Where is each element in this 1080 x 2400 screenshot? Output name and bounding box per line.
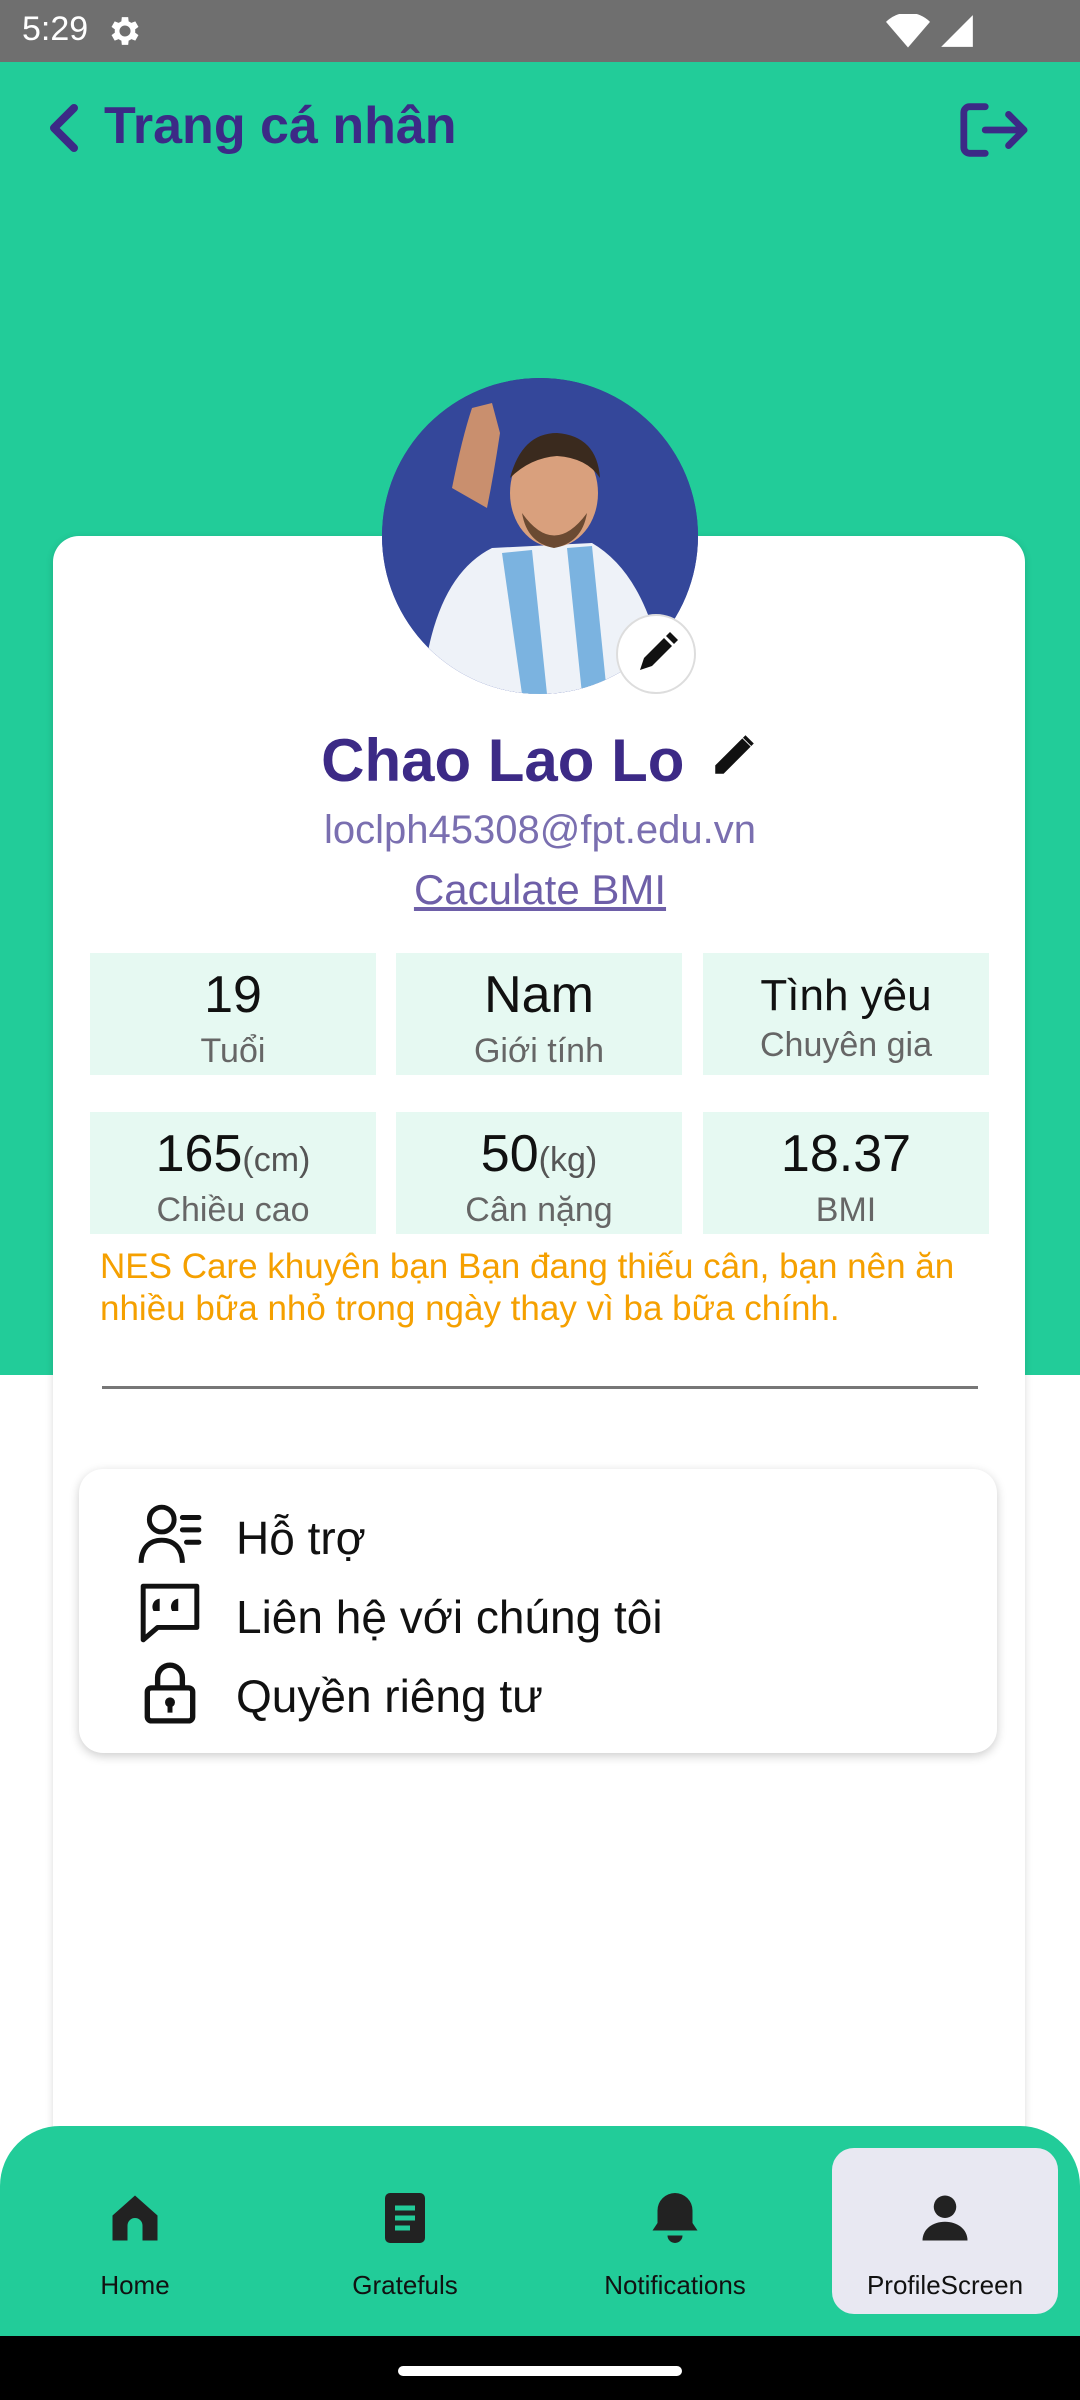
- logout-icon[interactable]: [958, 98, 1028, 162]
- settings-menu: Hỗ trợ Liên hệ với chúng tôi Quyền riêng…: [79, 1469, 997, 1753]
- cell-signal-icon: [941, 15, 973, 47]
- stat-value: 165(cm): [90, 1124, 376, 1184]
- page-title: Trang cá nhân: [104, 97, 457, 155]
- name-row: Chao Lao Lo: [0, 726, 1080, 795]
- stat-number: Nam: [484, 966, 594, 1024]
- lock-icon: [144, 1662, 196, 1724]
- menu-label: Hỗ trợ: [236, 1512, 366, 1564]
- stat-expert: Tình yêu Chuyên gia: [703, 953, 989, 1075]
- menu-label: Quyền riêng tư: [236, 1670, 543, 1722]
- stat-height: 165(cm) Chiều cao: [90, 1112, 376, 1234]
- back-chevron-icon[interactable]: [44, 102, 84, 154]
- divider: [102, 1386, 978, 1389]
- chat-quote-icon: [140, 1583, 200, 1643]
- nav-tab-gratefuls[interactable]: Gratefuls: [292, 2148, 518, 2314]
- status-time: 5:29: [22, 10, 89, 48]
- user-name: Chao Lao Lo: [321, 727, 685, 794]
- stat-value: Tình yêu: [703, 971, 989, 1021]
- stat-number: Tình yêu: [760, 971, 932, 1020]
- stat-age: 19 Tuổi: [90, 953, 376, 1075]
- health-advice-text: NES Care khuyên bạn Bạn đang thiếu cân, …: [100, 1247, 955, 1328]
- bell-icon: [652, 2193, 698, 2243]
- menu-item-privacy[interactable]: Quyền riêng tư: [79, 1659, 997, 1729]
- stat-number: 19: [204, 966, 262, 1024]
- stat-label: Chiều cao: [156, 1191, 310, 1229]
- stat-label: Giới tính: [473, 1032, 604, 1070]
- support-icon: [138, 1504, 202, 1564]
- home-gesture-handle[interactable]: [398, 2366, 682, 2376]
- stat-unit: (cm): [242, 1141, 311, 1179]
- stat-number: 165: [155, 1125, 243, 1183]
- stat-number: 50: [480, 1125, 539, 1183]
- stat-value: Nam: [396, 965, 682, 1025]
- person-icon: [922, 2195, 968, 2241]
- stat-label: Chuyên gia: [759, 1026, 932, 1064]
- user-email: loclph45308@fpt.edu.vn: [323, 808, 757, 852]
- nav-tab-notifications[interactable]: Notifications: [562, 2148, 788, 2314]
- pencil-icon: [640, 632, 678, 670]
- stat-gender: Nam Giới tính: [396, 953, 682, 1075]
- nav-label: ProfileScreen: [866, 2270, 1024, 2300]
- stat-label: BMI: [815, 1191, 877, 1229]
- stat-bmi: 18.37 BMI: [703, 1112, 989, 1234]
- settings-gear-icon: [111, 17, 139, 45]
- stat-label: Tuổi: [200, 1032, 266, 1070]
- calculate-bmi-link[interactable]: Caculate BMI: [0, 866, 1080, 914]
- stat-unit: (kg): [538, 1141, 598, 1179]
- stat-number: 18.37: [780, 1125, 912, 1183]
- menu-item-support[interactable]: Hỗ trợ: [79, 1501, 997, 1571]
- nav-label: Home: [100, 2270, 170, 2300]
- stat-value: 18.37: [703, 1124, 989, 1184]
- nav-tab-home[interactable]: Home: [22, 2148, 248, 2314]
- document-icon: [385, 2193, 425, 2243]
- bottom-navigation: Home Gratefuls Notifications ProfileScre…: [0, 2126, 1080, 2336]
- nav-label: Notifications: [604, 2270, 746, 2300]
- stat-value: 19: [90, 965, 376, 1025]
- stat-value: 50(kg): [396, 1124, 682, 1184]
- wifi-icon: [886, 14, 930, 48]
- status-bar: 5:29: [0, 0, 1080, 62]
- menu-item-contact[interactable]: Liên hệ với chúng tôi: [79, 1580, 997, 1650]
- edit-name-pencil-icon[interactable]: [709, 730, 759, 780]
- edit-avatar-button[interactable]: [616, 614, 696, 694]
- home-icon: [112, 2195, 158, 2241]
- stat-label: Cân nặng: [465, 1191, 613, 1229]
- stat-weight: 50(kg) Cân nặng: [396, 1112, 682, 1234]
- nav-tab-profile[interactable]: ProfileScreen: [832, 2148, 1058, 2314]
- nav-label: Gratefuls: [352, 2270, 458, 2300]
- menu-label: Liên hệ với chúng tôi: [236, 1591, 663, 1643]
